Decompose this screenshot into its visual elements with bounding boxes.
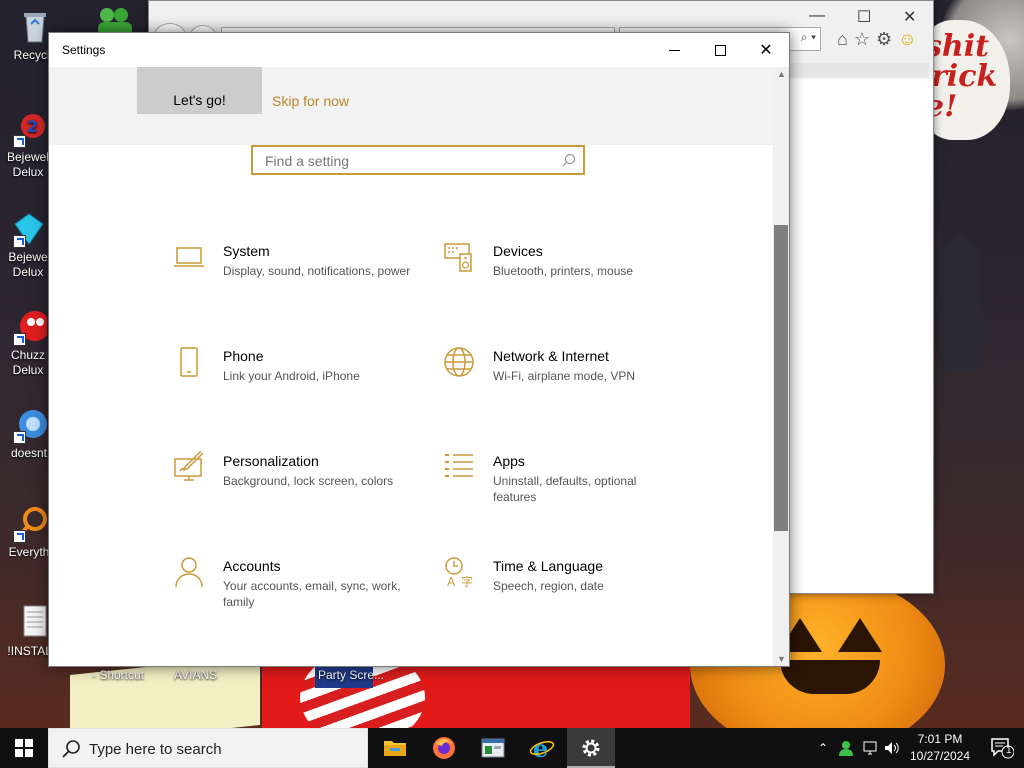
castle <box>940 250 980 370</box>
scroll-down-arrow-icon[interactable]: ▼ <box>777 654 786 664</box>
tray-network[interactable] <box>860 728 882 768</box>
taskbar-search-box[interactable]: Type here to search <box>48 728 368 768</box>
tile-personalization[interactable]: Personalization Background, lock screen,… <box>173 451 413 531</box>
taskbar-search-placeholder: Type here to search <box>89 741 222 758</box>
tile-accounts[interactable]: Accounts Your accounts, email, sync, wor… <box>173 556 413 636</box>
action-center-button[interactable]: 1 <box>980 728 1024 768</box>
time-language-icon: A字 <box>445 557 473 588</box>
tile-system[interactable]: System Display, sound, notifications, po… <box>173 241 413 321</box>
network-icon <box>863 741 877 755</box>
taskbar-file-explorer[interactable] <box>371 728 419 768</box>
browser-minimize-button[interactable]: — <box>809 7 825 25</box>
scroll-up-arrow-icon[interactable]: ▲ <box>777 69 786 79</box>
firefox-icon <box>433 737 455 759</box>
bejeweled-2-icon <box>11 210 47 248</box>
notification-count: 1 <box>1006 745 1012 756</box>
search-input[interactable] <box>263 151 557 171</box>
taskbar-window-app[interactable] <box>469 728 517 768</box>
clock-date: 10/27/2024 <box>909 749 971 763</box>
home-icon[interactable]: ⌂ <box>837 29 854 49</box>
tile-apps[interactable]: Apps Uninstall, defaults, optional featu… <box>443 451 683 531</box>
shortcut-arrow-icon <box>13 135 26 148</box>
favorites-star-icon[interactable]: ☆ <box>854 29 876 49</box>
chuzzle-icon <box>11 308 50 346</box>
settings-window[interactable]: Settings ✕ Let's go! Skip for now System… <box>48 32 790 667</box>
tray-user-status[interactable] <box>836 728 856 768</box>
speech-bubble-text: shit rick e! <box>925 29 998 124</box>
desktop-label-avians[interactable]: AVIANS <box>174 668 217 682</box>
apps-list-icon <box>445 454 473 477</box>
search-icon <box>562 153 576 167</box>
tray-volume[interactable] <box>882 728 902 768</box>
user-status-icon <box>839 741 853 756</box>
tile-network-internet[interactable]: Network & Internet Wi-Fi, airplane mode,… <box>443 346 683 426</box>
start-button[interactable] <box>0 728 48 768</box>
taskbar-clock[interactable]: 7:01 PM 10/27/2024 <box>902 731 978 765</box>
svg-text:2: 2 <box>27 117 38 136</box>
taskbar-settings[interactable] <box>567 728 615 768</box>
setup-banner: Let's go! Skip for now <box>49 67 773 145</box>
shortcut-arrow-icon <box>13 431 26 444</box>
close-button[interactable]: ✕ <box>743 33 789 67</box>
settings-gear-icon <box>582 739 600 757</box>
feedback-smiley-icon[interactable]: ☺ <box>898 29 922 49</box>
taskbar-internet-explorer[interactable]: e <box>518 728 566 768</box>
search-dropdown-icon: ⌕ ▾ <box>800 30 816 44</box>
maximize-icon <box>714 44 726 56</box>
desktop-label-shortcut[interactable]: - Shortcut <box>92 668 144 682</box>
tile-phone[interactable]: Phone Link your Android, iPhone <box>173 346 413 426</box>
bejeweled-icon: 2 <box>11 110 47 148</box>
laptop-icon <box>174 247 204 267</box>
tools-gear-icon[interactable]: ⚙ <box>876 29 898 49</box>
doesnt-icon <box>11 406 47 444</box>
browser-close-button[interactable]: ✕ <box>903 7 916 27</box>
find-setting-search[interactable] <box>251 145 585 175</box>
desktop-label-party-screen[interactable]: Party Scre... <box>318 668 384 682</box>
browser-tab-strip <box>789 63 929 77</box>
file-explorer-icon <box>384 741 406 756</box>
window-title: Settings <box>62 43 106 57</box>
browser-toolbar-icons: ⌂☆⚙☺ <box>837 29 923 50</box>
taskbar-firefox[interactable] <box>420 728 468 768</box>
volume-icon <box>885 742 899 754</box>
clock-time: 7:01 PM <box>917 732 963 746</box>
internet-explorer-icon: e <box>529 736 555 760</box>
person-icon <box>175 557 203 588</box>
settings-scrollbar[interactable]: ▲ ▼ <box>773 67 789 666</box>
tile-time-language[interactable]: A字 Time & Language Speech, region, date <box>443 556 683 636</box>
shortcut-arrow-icon <box>13 235 26 248</box>
paint-brush-icon <box>174 451 204 481</box>
lets-go-button[interactable]: Let's go! <box>137 67 262 114</box>
everything-search-icon <box>11 505 47 543</box>
settings-titlebar[interactable]: Settings ✕ <box>49 33 789 67</box>
install-file-icon <box>15 604 51 640</box>
maximize-button[interactable] <box>697 33 743 67</box>
keyboard-speaker-icon <box>444 243 472 272</box>
svg-text:字: 字 <box>461 574 473 588</box>
skip-for-now-link[interactable]: Skip for now <box>272 93 349 109</box>
search-icon <box>62 740 80 758</box>
scrollbar-thumb[interactable] <box>774 225 788 531</box>
minimize-button[interactable] <box>651 33 697 67</box>
shortcut-arrow-icon <box>13 333 26 346</box>
globe-icon <box>444 347 474 377</box>
minimize-icon <box>668 49 680 51</box>
taskbar: Type here to search e ⌃ 7:01 PM 10/27/20… <box>0 728 1024 768</box>
tile-devices[interactable]: Devices Bluetooth, printers, mouse <box>443 241 683 321</box>
show-hidden-icons-button[interactable]: ⌃ <box>814 728 832 768</box>
windows-logo-icon <box>15 739 33 757</box>
close-icon: ✕ <box>759 42 773 59</box>
phone-icon <box>180 347 198 377</box>
window-app-icon <box>481 738 505 758</box>
svg-text:e: e <box>533 736 548 760</box>
browser-maximize-button[interactable]: ☐ <box>857 7 871 27</box>
svg-text:A: A <box>447 575 456 588</box>
shortcut-arrow-icon <box>13 530 26 543</box>
chevron-up-icon: ⌃ <box>817 741 829 755</box>
